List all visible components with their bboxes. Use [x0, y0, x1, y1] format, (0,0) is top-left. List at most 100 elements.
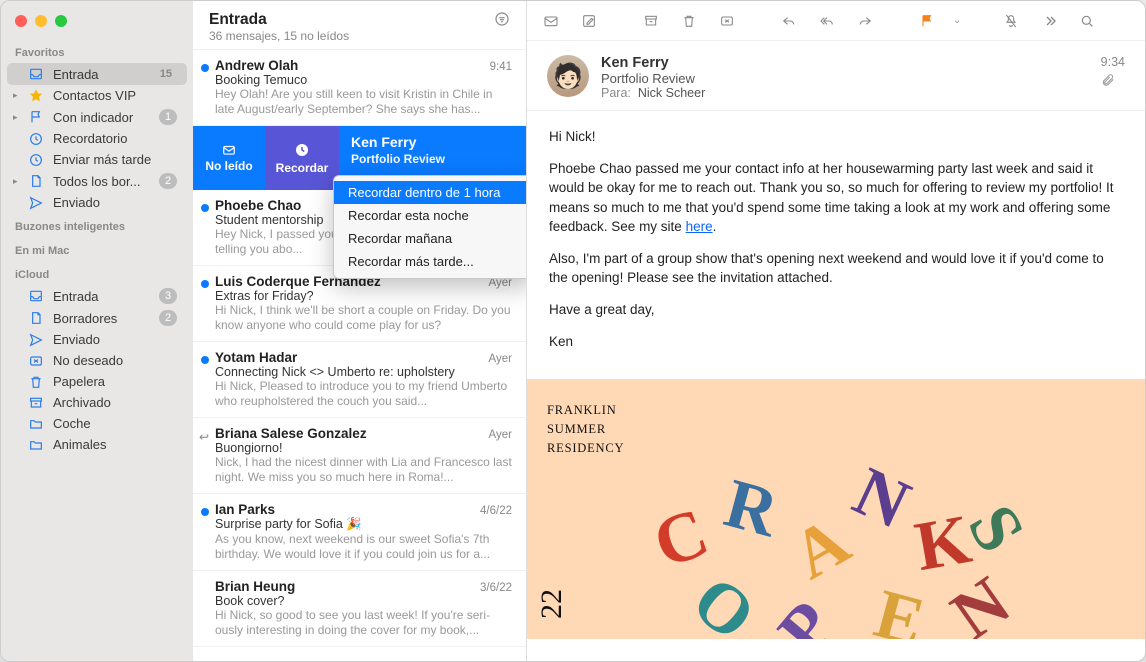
- sidebar-section-header[interactable]: Favoritos: [1, 39, 193, 63]
- sidebar-item[interactable]: Papelera: [7, 371, 187, 392]
- header-time: 9:34: [1101, 55, 1125, 69]
- sidebar-item[interactable]: Enviar más tarde: [7, 149, 187, 170]
- sidebar-item[interactable]: Entrada15: [7, 63, 187, 85]
- search-icon[interactable]: [1075, 9, 1099, 33]
- remind-option-1h[interactable]: Recordar dentro de 1 hora: [334, 181, 526, 204]
- send-icon: [27, 333, 45, 347]
- attachment-art: C R A N K O P E N S: [616, 439, 1056, 639]
- sidebar-item-label: Coche: [53, 416, 177, 431]
- junk-icon[interactable]: [715, 9, 739, 33]
- message-preview: Hi Nick, Pleased to introduce you to my …: [215, 379, 512, 409]
- message-subject: Surprise party for Sofia 🎉: [215, 517, 512, 532]
- message-subject: Booking Temuco: [215, 73, 512, 87]
- sidebar-section-header[interactable]: Buzones inteligentes: [1, 213, 193, 237]
- header-subject: Portfolio Review: [601, 71, 1089, 86]
- sidebar-item-label: Animales: [53, 437, 177, 452]
- sidebar: FavoritosEntrada15▸Contactos VIP▸Con ind…: [1, 1, 193, 661]
- remind-button[interactable]: Recordar: [265, 126, 339, 190]
- unread-dot-icon: [201, 64, 209, 72]
- reply-icon[interactable]: [777, 9, 801, 33]
- sidebar-item[interactable]: Enviado: [7, 329, 187, 350]
- sidebar-item-label: Papelera: [53, 374, 177, 389]
- forward-icon[interactable]: [853, 9, 877, 33]
- sender-avatar[interactable]: [547, 55, 589, 97]
- message-row[interactable]: Brian Heung3/6/22Book cover?Hi Nick, so …: [193, 571, 526, 647]
- content-pane: ⌄ Ken Ferry Portfolio Review Para: Nick …: [527, 1, 1145, 661]
- minimize-window-button[interactable]: [35, 15, 47, 27]
- message-time: 3/6/22: [480, 582, 512, 594]
- sidebar-section-header[interactable]: iCloud: [1, 261, 193, 285]
- folder-icon: [27, 438, 45, 452]
- message-subject: Connecting Nick <> Umberto re: upholster…: [215, 365, 512, 379]
- message-row[interactable]: Yotam HadarAyerConnecting Nick <> Umbert…: [193, 342, 526, 418]
- message-subject: Book cover?: [215, 594, 512, 608]
- message-row[interactable]: ↩Briana Salese GonzalezAyerBuongiorno!Ni…: [193, 418, 526, 494]
- unread-dot-icon: [201, 508, 209, 516]
- clock-icon: [27, 132, 45, 146]
- flag-dropdown-chevron[interactable]: ⌄: [953, 15, 961, 26]
- sidebar-item-label: Enviado: [53, 195, 177, 210]
- sidebar-item[interactable]: Archivado: [7, 392, 187, 413]
- reply-all-icon[interactable]: [815, 9, 839, 33]
- zoom-window-button[interactable]: [55, 15, 67, 27]
- flag-icon: [27, 110, 45, 124]
- sidebar-item[interactable]: No deseado: [7, 350, 187, 371]
- remind-option-tonight[interactable]: Recordar esta noche: [334, 204, 526, 227]
- disclosure-chevron[interactable]: ▸: [13, 176, 23, 187]
- disclosure-chevron[interactable]: ▸: [13, 90, 23, 101]
- message-subject: Extras for Friday?: [215, 289, 512, 303]
- sidebar-item[interactable]: Coche: [7, 413, 187, 434]
- sidebar-item-label: No deseado: [53, 353, 177, 368]
- archive-icon[interactable]: [639, 9, 663, 33]
- filter-button[interactable]: [494, 11, 510, 30]
- message-from: Ian Parks: [215, 502, 480, 517]
- sidebar-item-label: Recordatorio: [53, 131, 177, 146]
- mail-window: FavoritosEntrada15▸Contactos VIP▸Con ind…: [0, 0, 1146, 662]
- trash-icon[interactable]: [677, 9, 701, 33]
- sidebar-item[interactable]: ▸Contactos VIP: [7, 85, 187, 106]
- message-row[interactable]: Andrew Olah9:41Booking TemucoHey Olah! A…: [193, 50, 526, 126]
- sidebar-item[interactable]: Recordatorio: [7, 128, 187, 149]
- message-time: Ayer: [489, 429, 512, 441]
- sidebar-item[interactable]: Enviado: [7, 192, 187, 213]
- message-header: Ken Ferry Portfolio Review Para: Nick Sc…: [527, 41, 1145, 111]
- count-badge: 2: [159, 173, 177, 189]
- sidebar-item[interactable]: Borradores2: [7, 307, 187, 329]
- more-icon[interactable]: [1037, 9, 1061, 33]
- sidebar-section-header[interactable]: En mi Mac: [1, 237, 193, 261]
- remind-option-later[interactable]: Recordar más tarde...: [334, 250, 526, 273]
- mute-icon[interactable]: [999, 9, 1023, 33]
- unread-dot-icon: [201, 204, 209, 212]
- message-list[interactable]: Andrew Olah9:41Booking TemucoHey Olah! A…: [193, 50, 526, 661]
- message-time: 9:41: [490, 61, 512, 73]
- message-from: Briana Salese Gonzalez: [215, 426, 489, 441]
- message-time: Ayer: [489, 353, 512, 365]
- mailbox-title: Entrada: [209, 11, 494, 29]
- mark-unread-button[interactable]: No leído: [193, 126, 265, 190]
- sidebar-item[interactable]: ▸Con indicador1: [7, 106, 187, 128]
- close-window-button[interactable]: [15, 15, 27, 27]
- count-badge: 1: [159, 109, 177, 125]
- sidebar-item[interactable]: Entrada3: [7, 285, 187, 307]
- message-preview: Hi Nick, I think we'll be short a couple…: [215, 303, 512, 333]
- replied-icon: ↩: [199, 430, 209, 440]
- remind-option-tomorrow[interactable]: Recordar mañana: [334, 227, 526, 250]
- mailbox-subtitle: 36 mensajes, 15 no leídos: [209, 29, 494, 43]
- folder-icon: [27, 417, 45, 431]
- portfolio-link[interactable]: here: [686, 219, 713, 234]
- inbox-icon: [27, 67, 45, 81]
- disclosure-chevron[interactable]: ▸: [13, 112, 23, 123]
- attachment-icon[interactable]: [1101, 73, 1125, 90]
- unread-dot-icon: [201, 280, 209, 288]
- star-icon: [27, 89, 45, 103]
- attachment-preview[interactable]: FRANKLIN SUMMER RESIDENCY Ceramics & Pai…: [527, 379, 1145, 639]
- flag-icon[interactable]: [915, 9, 939, 33]
- sidebar-item-label: Todos los bor...: [53, 174, 151, 189]
- message-from: Brian Heung: [215, 579, 480, 594]
- new-mail-icon[interactable]: [539, 9, 563, 33]
- list-header: Entrada 36 mensajes, 15 no leídos: [193, 1, 526, 50]
- sidebar-item[interactable]: Animales: [7, 434, 187, 455]
- message-row[interactable]: Ian Parks4/6/22Surprise party for Sofia …: [193, 494, 526, 571]
- compose-icon[interactable]: [577, 9, 601, 33]
- sidebar-item[interactable]: ▸ Todos los bor... 2: [7, 170, 187, 192]
